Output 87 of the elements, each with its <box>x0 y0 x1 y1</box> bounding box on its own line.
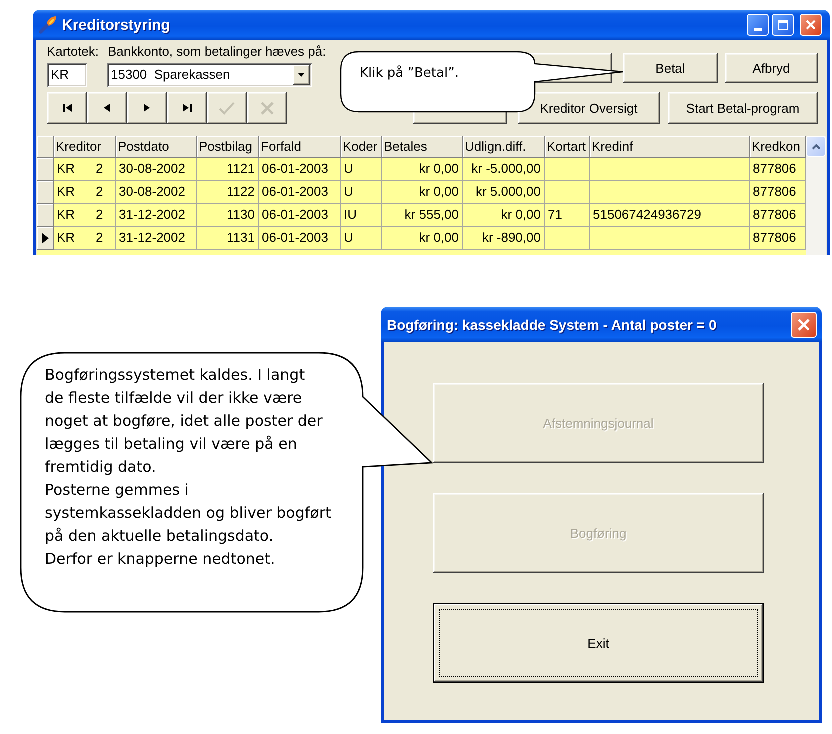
table-cell: U <box>341 181 382 204</box>
dropdown-button[interactable] <box>293 65 310 85</box>
table-cell: KR <box>54 204 88 227</box>
last-record-button[interactable] <box>167 92 207 124</box>
column-header: Postbilag <box>197 136 259 158</box>
cross-icon <box>260 102 274 114</box>
table-cell: 30-08-2002 <box>116 158 197 181</box>
table-cell: 06-01-2003 <box>259 227 341 250</box>
previous-record-button[interactable] <box>87 92 127 124</box>
table-cell: 06-01-2003 <box>259 181 341 204</box>
action-button[interactable]: Kreditor Oversigt <box>518 92 660 124</box>
table-cell: 2 <box>88 181 116 204</box>
table-cell: kr -890,00 <box>463 227 545 250</box>
table-cell: IU <box>341 204 382 227</box>
table-cell: U <box>341 227 382 250</box>
checkmark-icon <box>219 102 235 114</box>
action-button[interactable]: Afbryd <box>725 53 818 83</box>
action-button[interactable]: Exit <box>433 603 764 683</box>
bank-account-dropdown[interactable]: 15300 Sparekassen <box>107 63 312 87</box>
table-corner <box>37 136 54 158</box>
table-cell: 515067424936729 <box>590 204 750 227</box>
first-record-button[interactable] <box>47 92 87 124</box>
table-cell: kr 0,00 <box>382 181 463 204</box>
table-cell: 71 <box>545 204 590 227</box>
close-button[interactable] <box>791 312 817 338</box>
table-cell: 1131 <box>197 227 259 250</box>
row-pointer-icon <box>42 232 48 244</box>
column-header: Kortart <box>545 136 590 158</box>
table-cell: 1130 <box>197 204 259 227</box>
table-cell: 31-12-2002 <box>116 204 197 227</box>
table-cell: 2 <box>88 158 116 181</box>
column-header: Betales <box>382 136 463 158</box>
empty-table-cell <box>545 158 590 181</box>
empty-table-cell <box>545 181 590 204</box>
table-cell: 2 <box>88 204 116 227</box>
next-record-button[interactable] <box>127 92 167 124</box>
table-cell: 2 <box>88 227 116 250</box>
table-cell: kr 555,00 <box>382 204 463 227</box>
column-header: Kredinf <box>590 136 750 158</box>
close-icon <box>806 20 816 30</box>
minimize-icon <box>754 28 762 30</box>
window-title: Kreditorstyring <box>62 16 170 34</box>
table-cell: KR <box>54 158 88 181</box>
scroll-up-button[interactable] <box>806 136 826 157</box>
maximize-button[interactable] <box>772 14 794 36</box>
column-header: Kreditor <box>54 136 116 158</box>
table-cell: 1122 <box>197 181 259 204</box>
close-icon <box>798 318 810 330</box>
scrollbar-track[interactable] <box>806 136 826 255</box>
action-button[interactable]: Start Betal-program <box>668 92 818 124</box>
caret-down-icon <box>298 73 305 77</box>
kartotek-label: Kartotek: <box>47 44 100 60</box>
window-title: Bogføring: kassekladde System - Antal poster = 0 <box>387 316 717 332</box>
table-cell: 31-12-2002 <box>116 227 197 250</box>
caret-up-icon <box>812 144 820 150</box>
column-header: Udlign.diff. <box>463 136 545 158</box>
empty-table-cell <box>545 227 590 250</box>
kartotek-field[interactable]: KR <box>47 63 87 87</box>
table-cell: KR <box>54 227 88 250</box>
minimize-button[interactable] <box>747 14 769 36</box>
row-selector[interactable] <box>37 227 54 250</box>
table-cell: kr 0,00 <box>382 158 463 181</box>
table-cell: 30-08-2002 <box>116 181 197 204</box>
table-cell: U <box>341 158 382 181</box>
triangle-right-icon <box>144 104 150 112</box>
bank-account-label: Bankkonto, som betalinger hæves på: <box>108 44 326 60</box>
action-button[interactable]: Betal <box>623 53 718 83</box>
table-cell: kr 5.000,00 <box>463 181 545 204</box>
column-header: Forfald <box>259 136 341 158</box>
close-button[interactable] <box>800 14 822 36</box>
torch-icon <box>39 16 57 34</box>
table-cell: KR <box>54 181 88 204</box>
table-cell: kr -5.000,00 <box>463 158 545 181</box>
skip-back-icon <box>62 104 72 112</box>
callout-text: Bogføringssystemet kaldes. I langt de fleste tilfælde vil der ikke være noget at bogføre, idet alle poster der lægges til betaling vil være på en fremtidig dato. Posterne gemmes i systemkassekladden og bliver bogført på den aktuelle betalingsdato. Derfor er knapperne nedtonet. <box>45 365 332 570</box>
skip-forward-icon <box>182 104 192 112</box>
table-cell: 06-01-2003 <box>259 158 341 181</box>
table-cell: 06-01-2003 <box>259 204 341 227</box>
column-header: Kredkon <box>750 136 806 158</box>
triangle-left-icon <box>104 104 110 112</box>
callout-text: Klik på ”Betal”. <box>360 66 459 81</box>
table-cell: 1121 <box>197 158 259 181</box>
maximize-icon <box>778 20 788 30</box>
table-cell: kr 0,00 <box>382 227 463 250</box>
column-header: Koder <box>341 136 382 158</box>
table-cell: kr 0,00 <box>463 204 545 227</box>
column-header: Postdato <box>116 136 197 158</box>
